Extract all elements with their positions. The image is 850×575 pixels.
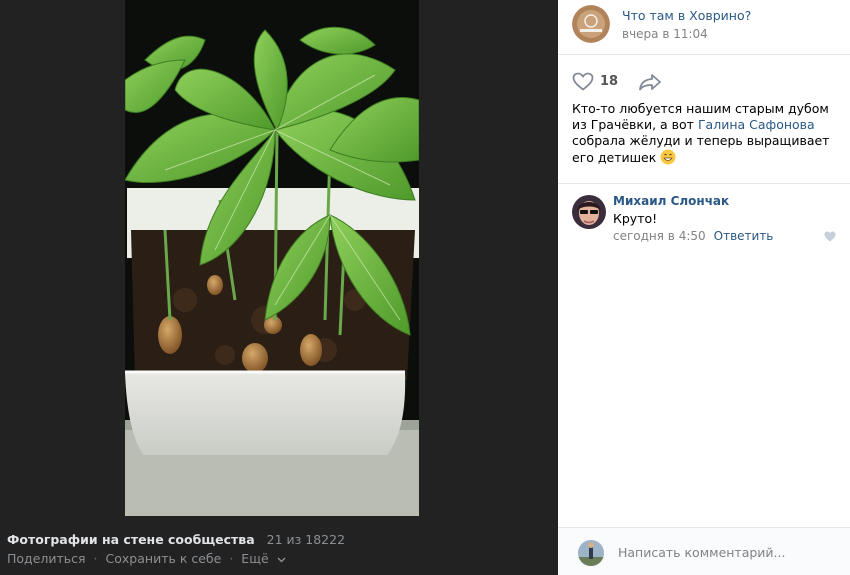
more-link[interactable]: Ещё <box>241 551 286 566</box>
save-to-me-link[interactable]: Сохранить к себе <box>106 551 222 566</box>
heart-icon[interactable] <box>572 72 594 91</box>
post-date[interactable]: вчера в 11:04 <box>622 27 708 41</box>
comment-item: Михаил Слончак Круто! сегодня в 4:50 Отве… <box>558 192 850 252</box>
chevron-down-icon <box>277 557 286 562</box>
album-title[interactable]: Фотографии на стене сообщества <box>7 532 255 547</box>
photo-footer: Фотографии на стене сообщества 21 из 182… <box>7 532 552 566</box>
reply-link[interactable]: Ответить <box>714 229 774 243</box>
divider <box>558 183 850 184</box>
oak-seedlings-photo[interactable] <box>125 0 419 516</box>
post-actions: 18 <box>572 72 662 91</box>
grinning-emoji-icon <box>660 149 676 165</box>
comment-input[interactable]: Написать комментарий... <box>618 545 785 560</box>
post-header: Что там в Ховрино? вчера в 11:04 <box>558 0 850 55</box>
comment-author-link[interactable]: Михаил Слончак <box>613 194 729 208</box>
separator-dot: · <box>93 551 98 566</box>
share-link[interactable]: Поделиться <box>7 551 86 566</box>
post-panel: Что там в Ховрино? вчера в 11:04 18 Кто-… <box>558 0 850 575</box>
photo-viewer: Фотографии на стене сообщества 21 из 182… <box>0 0 558 575</box>
post-text: Кто-то любуется нашим старым дубом из Гр… <box>572 101 842 166</box>
post-text-part: собрала жёлуди и теперь выращивает его д… <box>572 133 830 165</box>
comment-composer: Написать комментарий... <box>558 527 850 575</box>
photo-counter: 21 из 18222 <box>266 532 346 547</box>
mention-link[interactable]: Галина Сафонова <box>698 117 815 132</box>
comment-heart-icon[interactable] <box>824 231 836 242</box>
more-label: Ещё <box>241 551 269 566</box>
group-name-link[interactable]: Что там в Ховрино? <box>622 8 751 23</box>
share-icon[interactable] <box>638 73 662 91</box>
commenter-avatar[interactable] <box>572 195 606 229</box>
group-avatar[interactable] <box>572 5 610 43</box>
like-count: 18 <box>600 74 619 89</box>
separator-dot: · <box>229 551 234 566</box>
comment-meta: сегодня в 4:50 Ответить <box>613 229 773 243</box>
current-user-avatar <box>578 540 604 566</box>
comment-text: Круто! <box>613 211 658 226</box>
comment-date[interactable]: сегодня в 4:50 <box>613 229 706 243</box>
